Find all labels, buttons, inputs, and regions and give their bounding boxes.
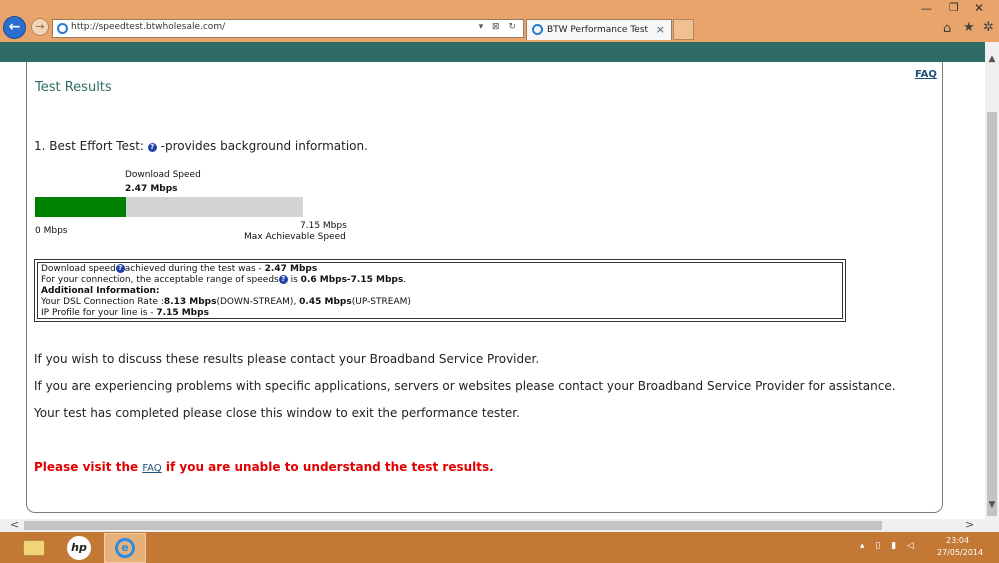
page-header-strip <box>0 42 985 62</box>
new-tab-button[interactable] <box>673 19 694 40</box>
clock-date[interactable]: 27/05/2014 <box>937 548 983 557</box>
download-speed-line: Download speed? achieved during the test … <box>41 264 839 275</box>
ip-profile-line: IP Profile for your line is - 7.15 Mbps <box>41 308 839 319</box>
address-tools-icons[interactable]: ▾ ⊠ ↻ <box>479 22 519 32</box>
download-speed-line-text: achieved during the test was - <box>124 264 265 274</box>
back-button[interactable]: ← <box>3 16 26 39</box>
visit-faq-suffix: if you are unable to understand the test… <box>161 460 494 474</box>
dsl-downstream-value: 8.13 Mbps <box>163 297 217 307</box>
dsl-downstream-suffix: (DOWN-STREAM), <box>216 297 300 307</box>
folder-icon <box>23 540 45 556</box>
gear-icon[interactable]: ✲ <box>983 20 994 35</box>
download-speed-value: 2.47 Mbps <box>125 184 178 194</box>
scroll-left-arrow-icon[interactable]: < <box>10 518 19 531</box>
ip-profile-prefix: IP Profile for your line is - <box>41 308 157 318</box>
tab-title: BTW Performance Test <box>547 25 649 35</box>
dsl-upstream-value: 0.45 Mbps <box>299 297 352 307</box>
speed-bar-min-label: 0 Mbps <box>35 226 68 236</box>
windows-taskbar: hp e ▴ ▯ ▮ ◁ 23:04 27/05/2014 <box>0 532 999 563</box>
horizontal-scroll-thumb[interactable] <box>24 521 882 530</box>
internet-explorer-icon: e <box>115 538 135 558</box>
acceptable-range-prefix: For your connection, the acceptable rang… <box>41 275 279 285</box>
best-effort-heading: 1. Best Effort Test: ? -provides backgro… <box>34 139 368 153</box>
test-complete-message: Your test has completed please close thi… <box>34 406 520 420</box>
taskbar-internet-explorer[interactable]: e <box>104 533 146 563</box>
scroll-down-arrow-icon[interactable]: ▼ <box>985 500 999 510</box>
minimize-icon[interactable]: — <box>921 2 932 15</box>
help-icon[interactable]: ? <box>278 275 288 284</box>
scroll-right-arrow-icon[interactable]: > <box>965 518 974 531</box>
visit-faq-prefix: Please visit the <box>34 460 143 474</box>
close-icon[interactable]: ✕ <box>974 1 984 15</box>
download-speed-label: Download Speed <box>125 170 201 180</box>
maximize-icon[interactable]: ❐ <box>949 1 959 14</box>
visit-faq-notice: Please visit the FAQ if you are unable t… <box>34 460 494 474</box>
scroll-up-arrow-icon[interactable]: ▲ <box>985 54 999 64</box>
faq-inline-link[interactable]: FAQ <box>142 463 161 474</box>
home-icon[interactable]: ⌂ <box>943 21 951 36</box>
url-text[interactable]: http://speedtest.btwholesale.com/ <box>71 22 225 32</box>
taskbar-hp-app[interactable]: hp <box>60 534 100 562</box>
horizontal-scrollbar[interactable]: < > <box>0 518 985 532</box>
speed-bar-track <box>35 197 303 217</box>
system-tray-icons[interactable]: ▴ ▯ ▮ ◁ <box>860 541 918 551</box>
acceptable-range-text: is <box>287 275 301 285</box>
scrollbar-corner <box>985 519 999 532</box>
help-icon[interactable]: ? <box>147 143 157 152</box>
vertical-scrollbar[interactable]: ▲ ▼ <box>985 42 999 519</box>
forward-button[interactable]: → <box>31 18 49 36</box>
help-icon[interactable]: ? <box>115 264 125 273</box>
speed-bar-max-label: Max Achievable Speed <box>244 232 346 242</box>
browser-toolbar: ← → http://speedtest.btwholesale.com/ ▾ … <box>0 0 999 42</box>
favorites-star-icon[interactable]: ★ <box>963 20 975 35</box>
download-speed-line-value: 2.47 Mbps <box>264 264 318 274</box>
speed-bar-max-value: 7.15 Mbps <box>300 221 347 231</box>
additional-info-heading: Additional Information: <box>41 286 839 297</box>
vertical-scroll-thumb[interactable] <box>987 112 997 516</box>
speed-bar-fill <box>35 197 127 217</box>
tab-ie-icon <box>532 24 543 35</box>
download-speed-line-prefix: Download speed <box>41 264 116 274</box>
dsl-upstream-suffix: (UP-STREAM) <box>351 297 411 307</box>
best-effort-label: 1. Best Effort Test: <box>34 139 144 153</box>
results-info-content: Download speed? achieved during the test … <box>37 262 843 319</box>
best-effort-description: -provides background information. <box>160 139 368 153</box>
dsl-rate-prefix: Your DSL Connection Rate : <box>41 297 164 307</box>
clock-time[interactable]: 23:04 <box>946 536 969 545</box>
address-bar[interactable]: http://speedtest.btwholesale.com/ ▾ ⊠ ↻ <box>52 19 524 38</box>
application-problems-message: If you are experiencing problems with sp… <box>34 379 896 393</box>
results-info-box: Download speed? achieved during the test … <box>34 259 846 322</box>
ip-profile-value: 7.15 Mbps <box>156 308 209 318</box>
additional-info-heading-text: Additional Information: <box>41 286 160 296</box>
taskbar-file-explorer[interactable] <box>14 535 54 561</box>
acceptable-range-value: 0.6 Mbps-7.15 Mbps <box>300 275 404 285</box>
tab-close-icon[interactable]: × <box>656 23 665 36</box>
site-ie-icon <box>57 23 68 34</box>
acceptable-range-line: For your connection, the acceptable rang… <box>41 275 839 286</box>
tab-btw-performance-test[interactable]: BTW Performance Test × <box>526 19 672 40</box>
faq-link[interactable]: FAQ <box>915 69 937 80</box>
page-title: Test Results <box>35 80 112 95</box>
hp-logo-icon: hp <box>67 536 91 560</box>
contact-provider-message: If you wish to discuss these results ple… <box>34 352 540 366</box>
dsl-rate-line: Your DSL Connection Rate :8.13 Mbps(DOWN… <box>41 297 839 308</box>
acceptable-range-suffix: . <box>403 275 407 285</box>
